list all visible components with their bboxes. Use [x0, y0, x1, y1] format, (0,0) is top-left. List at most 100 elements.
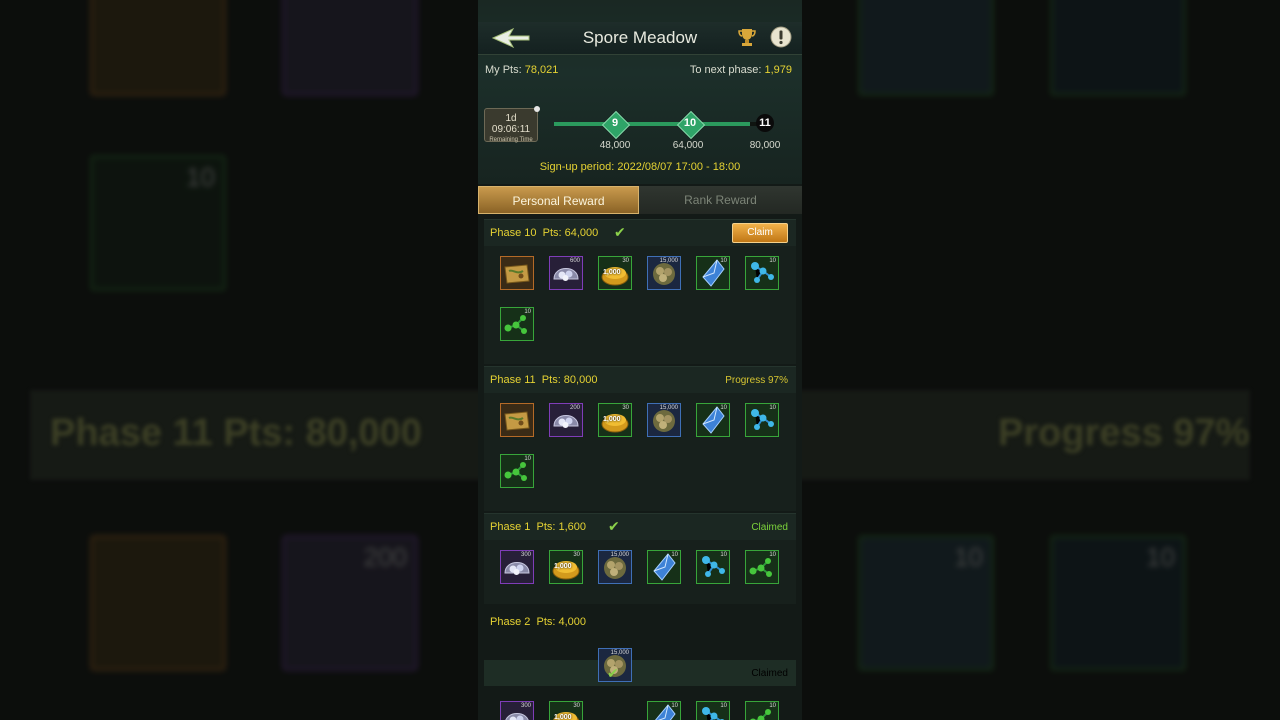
- event-panel: Spore Meadow My Pts: 78,021 To next phas…: [478, 0, 802, 720]
- my-points-label: My Pts:: [485, 64, 522, 76]
- bg-pearl-tile: [282, 0, 418, 96]
- reward-item[interactable]: 15,000: [598, 550, 632, 584]
- phase-rewards-10: 600 1,000 30 15,000 10 10 10: [484, 246, 796, 364]
- reward-item[interactable]: 15,000: [647, 256, 681, 290]
- reward-item[interactable]: 10: [696, 550, 730, 584]
- remaining-time-caption: Remaining Time: [489, 137, 533, 143]
- reward-item[interactable]: 1,000 30: [549, 550, 583, 584]
- remaining-time-box: 1d 09:06:11 Remaining Time: [484, 106, 540, 143]
- phase-header-1: Phase 1 Pts: 1,600 ✔ Claimed: [484, 513, 796, 540]
- reward-item[interactable]: [500, 403, 534, 437]
- item-quantity: 10: [671, 552, 678, 558]
- phase-rewards-11: 200 1,000 30 15,000 10 10 10: [484, 393, 796, 511]
- reward-item[interactable]: 10: [745, 403, 779, 437]
- my-points-value: 78,021: [524, 64, 559, 76]
- reward-item[interactable]: 200: [549, 403, 583, 437]
- reward-item[interactable]: 10: [647, 701, 681, 720]
- phase-title: Phase 2 Pts: 4,000: [490, 616, 586, 628]
- reward-item[interactable]: 10: [696, 256, 730, 290]
- phase-title: Phase 10 Pts: 64,000: [490, 227, 598, 239]
- bottom-reward-row: 300 1,000 30 10 10 10: [484, 697, 796, 720]
- item-quantity: 10: [524, 309, 531, 315]
- reward-item[interactable]: 10: [647, 550, 681, 584]
- reward-item[interactable]: 1,000 30: [598, 256, 632, 290]
- bg-pearl-tile-2: 200: [282, 535, 418, 671]
- phase-threshold: 48,000: [599, 140, 631, 151]
- tab-rank-reward[interactable]: Rank Reward: [639, 186, 802, 214]
- phase-header-2: Phase 2 Pts: 4,000: [484, 609, 796, 635]
- item-quantity: 600: [569, 258, 580, 264]
- reward-item[interactable]: 10: [696, 403, 730, 437]
- reward-item[interactable]: 300: [500, 550, 534, 584]
- item-quantity: 15,000: [610, 650, 629, 656]
- item-quantity: 10: [720, 405, 727, 411]
- bg-tile-number: 200: [363, 542, 407, 572]
- phase-threshold: 64,000: [672, 140, 704, 151]
- bg-green-molecule-tile: 10: [90, 155, 226, 291]
- reward-item[interactable]: 10: [500, 454, 534, 488]
- phase-header-10: Phase 10 Pts: 64,000 ✔ Claim: [484, 219, 796, 246]
- phase-title: Phase 1 Pts: 1,600: [490, 521, 586, 533]
- checkmark-icon: ✔: [608, 518, 620, 534]
- phase-pts: Pts: 80,000: [541, 374, 598, 386]
- event-header: Spore Meadow My Pts: 78,021 To next phas…: [478, 0, 802, 184]
- item-quantity: 10: [769, 405, 776, 411]
- item-quantity: 200: [569, 405, 580, 411]
- phase-progress-status: Progress 97%: [725, 375, 788, 386]
- reward-item[interactable]: 1,000 30: [598, 403, 632, 437]
- reward-item[interactable]: 300: [500, 701, 534, 720]
- trophy-icon[interactable]: [736, 26, 758, 48]
- checkmark-icon: ✔: [614, 224, 626, 240]
- claimed-status: Claimed: [751, 522, 788, 533]
- info-alert-icon[interactable]: [770, 26, 792, 48]
- item-quantity: 10: [720, 258, 727, 264]
- item-quantity: 15,000: [610, 552, 629, 558]
- bg-treasure-tile: [90, 0, 226, 96]
- item-quantity: 15,000: [659, 405, 678, 411]
- bg-phase-text: Phase 11 Pts: 80,000: [50, 412, 422, 454]
- item-quantity: 10: [671, 703, 678, 709]
- my-points: My Pts: 78,021: [485, 64, 558, 76]
- item-inner-amount: 1,000: [603, 269, 621, 276]
- signup-period: Sign-up period: 2022/08/07 17:00 - 18:00: [539, 161, 741, 173]
- reward-item[interactable]: 600: [549, 256, 583, 290]
- item-quantity: 300: [520, 552, 531, 558]
- phase-node-label: 9: [611, 117, 619, 129]
- phase-progress-track: [554, 122, 764, 126]
- reward-item[interactable]: 10: [745, 550, 779, 584]
- phase-node-label: 10: [683, 117, 697, 129]
- timer-dot-icon: [534, 106, 540, 112]
- reward-item[interactable]: 1,000 30: [549, 701, 583, 720]
- bg-tile-number: 10: [186, 162, 215, 192]
- remaining-time-value: 1d 09:06:11: [491, 113, 531, 135]
- reward-item[interactable]: [500, 256, 534, 290]
- claim-button[interactable]: Claim: [732, 223, 788, 243]
- phase-pts: Pts: 1,600: [536, 521, 587, 533]
- tab-personal-reward[interactable]: Personal Reward: [478, 186, 639, 214]
- phase-name: Phase 2: [490, 616, 531, 628]
- phase-threshold: 80,000: [749, 140, 781, 151]
- bg-tile-number: 10: [1146, 542, 1175, 572]
- phase-name: Phase 11: [490, 374, 536, 386]
- reward-item[interactable]: 10: [745, 256, 779, 290]
- item-quantity: 15,000: [659, 258, 678, 264]
- item-inner-amount: 1,000: [603, 416, 621, 423]
- reward-item[interactable]: 10: [745, 701, 779, 720]
- bg-tile-number: 10: [954, 542, 983, 572]
- next-phase-value: 1,979: [764, 64, 792, 76]
- item-quantity: 10: [769, 258, 776, 264]
- reward-item[interactable]: 10: [696, 701, 730, 720]
- bg-crystal-tile: [858, 0, 994, 96]
- bg-crystal-tile-2: 10: [858, 535, 994, 671]
- reward-item[interactable]: 15,000: [647, 403, 681, 437]
- bg-progress-text: Progress 97%: [998, 412, 1250, 454]
- phase-name: Phase 10: [490, 227, 537, 239]
- item-quantity: 10: [720, 703, 727, 709]
- item-inner-amount: 1,000: [554, 714, 572, 720]
- phase-rewards-1: 300 1,000 30 15,000 10 10 10: [484, 540, 796, 604]
- reward-item[interactable]: 10: [500, 307, 534, 341]
- phase-header-11: Phase 11 Pts: 80,000 Progress 97%: [484, 366, 796, 393]
- item-quantity: 10: [720, 552, 727, 558]
- item-quantity: 30: [622, 258, 629, 264]
- item-quantity: 30: [573, 552, 580, 558]
